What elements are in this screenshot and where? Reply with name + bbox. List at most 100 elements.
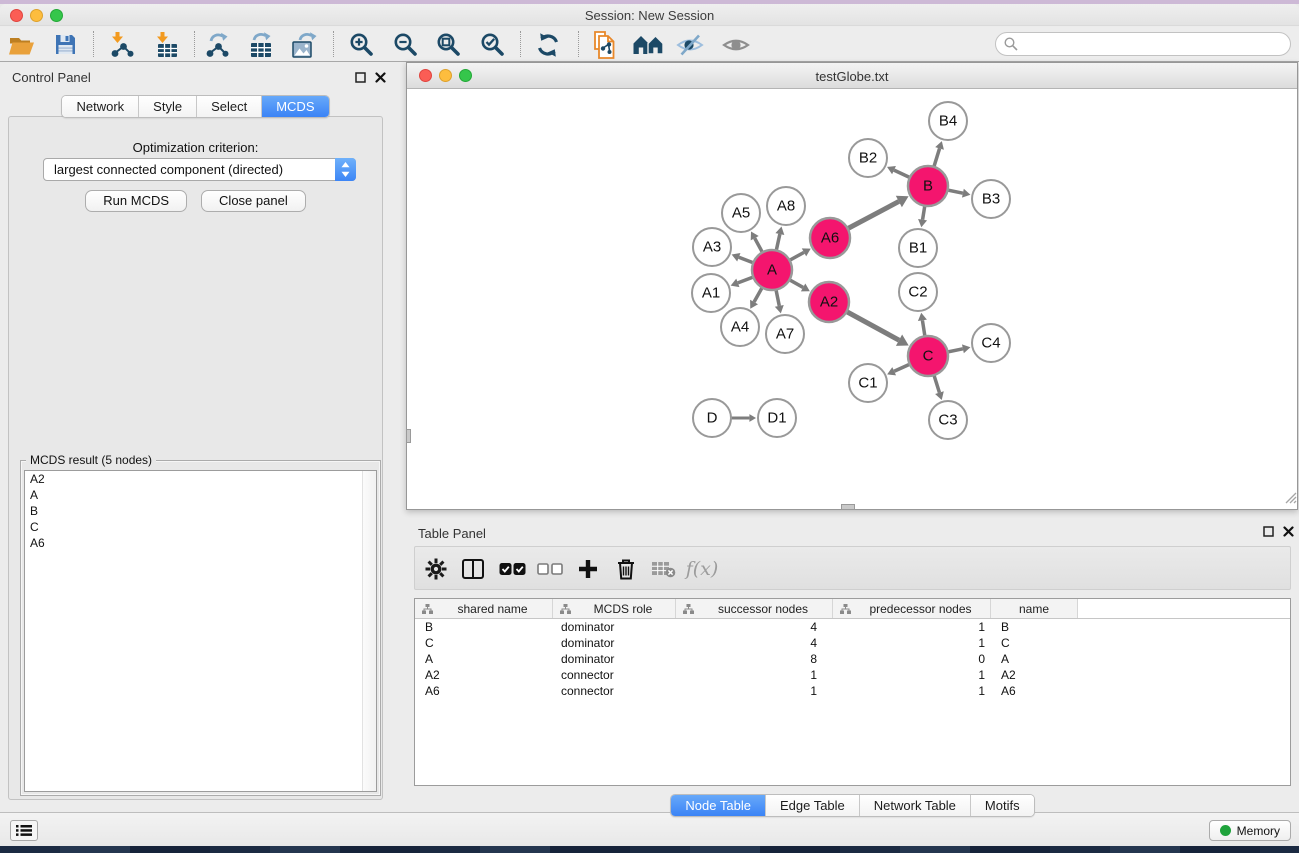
search-input[interactable] (1018, 34, 1290, 54)
hide-selected-icon[interactable] (673, 29, 707, 60)
cell-predecessor-nodes[interactable]: 1 (833, 668, 991, 682)
table-tab-node-table[interactable]: Node Table (671, 795, 766, 816)
graph-node-A5[interactable]: A5 (722, 194, 760, 232)
graph-node-A3[interactable]: A3 (693, 228, 731, 266)
show-first-neighbors-icon[interactable] (631, 29, 665, 60)
graph-node-A[interactable]: A (752, 250, 792, 290)
close-panel-icon[interactable] (374, 71, 387, 84)
float-table-panel-icon[interactable] (1262, 525, 1275, 538)
window-resize-grip[interactable] (1285, 491, 1297, 509)
select-all-columns-icon[interactable] (497, 554, 527, 584)
cell-name[interactable]: A6 (991, 684, 1078, 698)
delete-columns-icon[interactable] (611, 554, 641, 584)
column-header-name[interactable]: name (991, 599, 1078, 618)
graph-node-A2[interactable]: A2 (809, 282, 849, 322)
tab-style[interactable]: Style (139, 96, 197, 117)
import-table-from-file-icon[interactable] (148, 29, 182, 60)
graph-node-A7[interactable]: A7 (766, 315, 804, 353)
cell-mcds-role[interactable]: connector (553, 668, 676, 682)
graph-node-A8[interactable]: A8 (767, 187, 805, 225)
graph-node-B1[interactable]: B1 (899, 229, 937, 267)
apply-preferred-layout-icon[interactable] (531, 29, 565, 60)
cell-predecessor-nodes[interactable]: 1 (833, 684, 991, 698)
mcds-result-item[interactable]: A2 (25, 471, 376, 487)
toggle-panels-icon[interactable] (458, 554, 488, 584)
tab-mcds[interactable]: MCDS (262, 96, 328, 117)
open-session-icon[interactable] (5, 29, 39, 60)
zoom-out-icon[interactable] (388, 29, 422, 60)
split-divider-handle-left[interactable] (406, 429, 411, 443)
graph-node-D1[interactable]: D1 (758, 399, 796, 437)
table-row[interactable]: Bdominator41B (415, 619, 1290, 635)
close-table-panel-icon[interactable] (1282, 525, 1295, 538)
mcds-result-item[interactable]: A6 (25, 535, 376, 551)
cell-name[interactable]: A2 (991, 668, 1078, 682)
table-row[interactable]: A6connector11A6 (415, 683, 1290, 699)
network-canvas[interactable]: AA1A2A3A4A5A6A7A8BB1B2B3B4CC1C2C3C4DD1 (407, 89, 1297, 509)
save-session-icon[interactable] (48, 29, 82, 60)
graph-node-A4[interactable]: A4 (721, 308, 759, 346)
cell-successor-nodes[interactable]: 1 (676, 684, 833, 698)
column-header-predecessor-nodes[interactable]: predecessor nodes (833, 599, 991, 618)
tab-network[interactable]: Network (62, 96, 139, 117)
close-panel-button[interactable]: Close panel (201, 190, 306, 212)
graph-node-C4[interactable]: C4 (972, 324, 1010, 362)
tab-select[interactable]: Select (197, 96, 262, 117)
create-network-from-file-icon[interactable] (589, 29, 623, 60)
table-tab-edge-table[interactable]: Edge Table (766, 795, 860, 816)
cell-mcds-role[interactable]: dominator (553, 652, 676, 666)
graph-node-C[interactable]: C (908, 336, 948, 376)
table-row[interactable]: A2connector11A2 (415, 667, 1290, 683)
cell-mcds-role[interactable]: connector (553, 684, 676, 698)
column-header-successor-nodes[interactable]: successor nodes (676, 599, 833, 618)
cell-successor-nodes[interactable]: 4 (676, 636, 833, 650)
table-row[interactable]: Cdominator41C (415, 635, 1290, 651)
network-window-titlebar[interactable]: testGlobe.txt (407, 63, 1297, 89)
graph-node-C1[interactable]: C1 (849, 364, 887, 402)
list-scrollbar[interactable] (362, 471, 376, 791)
graph-node-B4[interactable]: B4 (929, 102, 967, 140)
cell-mcds-role[interactable]: dominator (553, 620, 676, 634)
run-mcds-button[interactable]: Run MCDS (85, 190, 187, 212)
column-header-shared-name[interactable]: shared name (415, 599, 553, 618)
zoom-fit-content-icon[interactable] (431, 29, 465, 60)
graph-node-C2[interactable]: C2 (899, 273, 937, 311)
zoom-in-icon[interactable] (344, 29, 378, 60)
memory-button[interactable]: Memory (1209, 820, 1291, 841)
graph-node-B3[interactable]: B3 (972, 180, 1010, 218)
cell-shared-name[interactable]: C (415, 636, 553, 650)
export-image-icon[interactable] (288, 29, 322, 60)
cell-shared-name[interactable]: A6 (415, 684, 553, 698)
graph-node-B2[interactable]: B2 (849, 139, 887, 177)
dropdown-stepper-icon[interactable] (335, 158, 356, 181)
graph-node-A6[interactable]: A6 (810, 218, 850, 258)
delete-table-icon[interactable] (648, 554, 678, 584)
graph-node-B[interactable]: B (908, 166, 948, 206)
table-row[interactable]: Adominator80A (415, 651, 1290, 667)
graph-node-D[interactable]: D (693, 399, 731, 437)
table-settings-icon[interactable] (421, 554, 451, 584)
create-new-column-icon[interactable] (573, 554, 603, 584)
cell-predecessor-nodes[interactable]: 1 (833, 636, 991, 650)
split-divider-handle-bottom[interactable] (841, 504, 855, 510)
cell-mcds-role[interactable]: dominator (553, 636, 676, 650)
cell-successor-nodes[interactable]: 8 (676, 652, 833, 666)
cell-name[interactable]: B (991, 620, 1078, 634)
import-network-from-file-icon[interactable] (103, 29, 137, 60)
table-tab-network-table[interactable]: Network Table (860, 795, 971, 816)
graph-node-C3[interactable]: C3 (929, 401, 967, 439)
mcds-result-item[interactable]: B (25, 503, 376, 519)
float-panel-icon[interactable] (354, 71, 367, 84)
cell-shared-name[interactable]: B (415, 620, 553, 634)
table-tab-motifs[interactable]: Motifs (971, 795, 1034, 816)
show-panels-button[interactable] (10, 820, 38, 841)
mcds-result-item[interactable]: A (25, 487, 376, 503)
zoom-selected-region-icon[interactable] (475, 29, 509, 60)
column-header-mcds-role[interactable]: MCDS role (553, 599, 676, 618)
cell-shared-name[interactable]: A (415, 652, 553, 666)
cell-shared-name[interactable]: A2 (415, 668, 553, 682)
cell-predecessor-nodes[interactable]: 1 (833, 620, 991, 634)
export-table-icon[interactable] (244, 29, 278, 60)
cell-predecessor-nodes[interactable]: 0 (833, 652, 991, 666)
cell-name[interactable]: A (991, 652, 1078, 666)
